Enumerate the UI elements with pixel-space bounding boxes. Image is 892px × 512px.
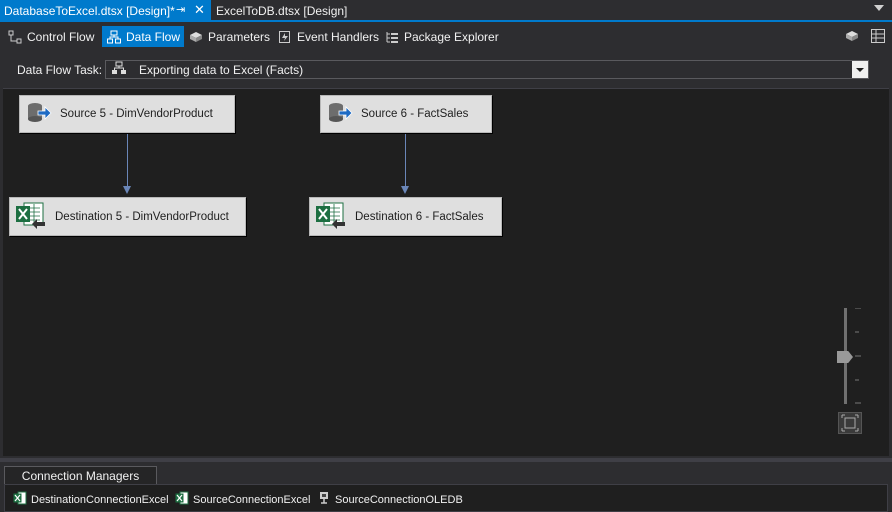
excel-connection-icon [13, 491, 27, 508]
data-flow-canvas[interactable]: Source 5 - DimVendorProduct Source 6 - F… [3, 88, 889, 456]
tab-label: DatabaseToExcel.dtsx [Design]* [4, 3, 175, 18]
tab-data-flow[interactable]: Data Flow [102, 26, 184, 47]
tab-label: Control Flow [27, 29, 95, 44]
tab-label: Package Explorer [404, 29, 499, 44]
task-select-value: Exporting data to Excel (Facts) [139, 62, 304, 77]
zoom-ticks [855, 308, 861, 404]
connection-source-oledb[interactable]: SourceConnectionOLEDB [317, 491, 463, 508]
excel-destination-icon [15, 201, 45, 232]
oledb-source-icon [26, 101, 52, 128]
pin-icon[interactable]: ⇥ [176, 3, 185, 16]
package-explorer-icon [385, 30, 399, 44]
zoom-to-fit-button[interactable] [838, 412, 862, 434]
component-label: Destination 5 - DimVendorProduct [55, 210, 229, 223]
connection-label: DestinationConnectionExcel [31, 493, 169, 506]
tab-label: Data Flow [126, 29, 181, 44]
connection-managers-title: Connection Managers [21, 468, 140, 483]
oledb-connection-icon [317, 491, 331, 508]
data-flow-icon [107, 30, 121, 44]
data-path-arrow-icon [401, 186, 409, 194]
parameters-icon [189, 30, 203, 44]
component-label: Source 5 - DimVendorProduct [60, 108, 213, 120]
connection-label: SourceConnectionOLEDB [335, 493, 463, 506]
data-path-line[interactable] [405, 134, 406, 187]
data-flow-task-icon [111, 61, 127, 78]
tab-control-flow[interactable]: Control Flow [8, 26, 94, 47]
connection-label: SourceConnectionExcel [193, 493, 311, 506]
close-icon[interactable]: ✕ [194, 2, 205, 18]
source-6-component[interactable]: Source 6 - FactSales [320, 95, 492, 133]
task-label: Data Flow Task: [17, 63, 103, 77]
designer-tab-bar: Control Flow Data Flow Parameters Event … [0, 24, 892, 48]
tab-label: Event Handlers [297, 29, 380, 44]
chevron-down-icon[interactable] [874, 5, 884, 11]
designer-toolbar-right [844, 28, 886, 47]
tab-event-handlers[interactable]: Event Handlers [278, 26, 379, 47]
variables-icon[interactable] [870, 28, 886, 47]
component-label: Destination 6 - FactSales [355, 210, 484, 223]
oledb-source-icon [327, 101, 353, 128]
tab-excel-to-db[interactable]: ExcelToDB.dtsx [Design] [212, 0, 412, 21]
zoom-thumb[interactable] [837, 351, 853, 363]
connection-source-excel[interactable]: SourceConnectionExcel [175, 491, 310, 508]
event-handlers-icon [278, 30, 292, 44]
tab-parameters[interactable]: Parameters [189, 26, 270, 47]
fit-icon [841, 414, 859, 432]
zoom-slider[interactable] [837, 303, 863, 407]
package-icon[interactable] [844, 28, 860, 47]
data-flow-task-select[interactable]: Exporting data to Excel (Facts) [105, 60, 869, 79]
connection-managers-list: DestinationConnectionExcel SourceConnect… [4, 484, 888, 512]
data-path-line[interactable] [127, 134, 128, 187]
excel-destination-icon [315, 201, 345, 232]
chevron-down-icon[interactable] [852, 61, 868, 78]
connection-managers-tab[interactable]: Connection Managers [4, 466, 157, 484]
connection-destination-excel[interactable]: DestinationConnectionExcel [13, 491, 169, 508]
tab-database-to-excel[interactable]: DatabaseToExcel.dtsx [Design]* ⇥ ✕ [0, 0, 211, 21]
component-label: Source 6 - FactSales [361, 108, 469, 120]
tab-label: ExcelToDB.dtsx [Design] [216, 3, 348, 18]
destination-6-component[interactable]: Destination 6 - FactSales [309, 197, 502, 236]
tab-package-explorer[interactable]: Package Explorer [385, 26, 499, 47]
control-flow-icon [8, 30, 22, 44]
document-tab-bar: DatabaseToExcel.dtsx [Design]* ⇥ ✕ Excel… [0, 0, 892, 22]
destination-5-component[interactable]: Destination 5 - DimVendorProduct [9, 197, 246, 236]
tab-label: Parameters [208, 29, 271, 44]
data-path-arrow-icon [123, 186, 131, 194]
source-5-component[interactable]: Source 5 - DimVendorProduct [19, 95, 235, 133]
excel-connection-icon [175, 491, 189, 508]
